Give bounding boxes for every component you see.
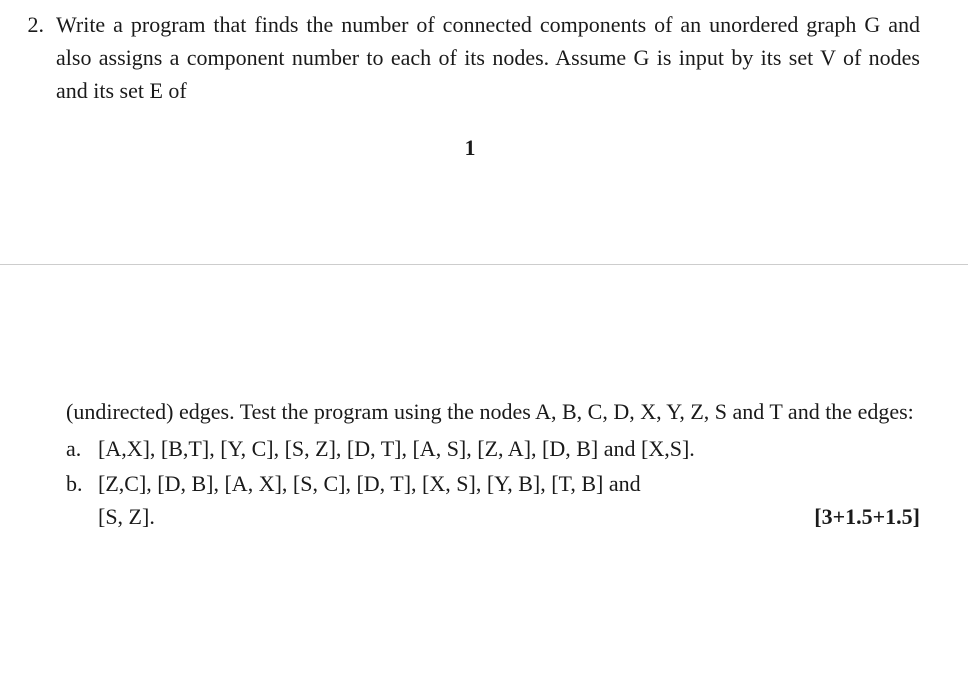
marks: [3+1.5+1.5] — [794, 500, 920, 533]
question-block: 2. Write a program that finds the number… — [20, 8, 920, 107]
subitem-a-content: [A,X], [B,T], [Y, C], [S, Z], [D, T], [A… — [98, 432, 920, 465]
subitem-b: b. [Z,C], [D, B], [A, X], [S, C], [D, T]… — [66, 467, 920, 533]
question-text-part2: (undirected) edges. Test the program usi… — [66, 395, 920, 428]
subitem-b-line2: [S, Z]. — [98, 500, 794, 533]
page-gap — [0, 164, 968, 264]
question-number: 2. — [20, 8, 56, 41]
page-number: 1 — [20, 131, 920, 164]
question-text-part1: Write a program that finds the number of… — [56, 8, 920, 107]
subitem-a: a. [A,X], [B,T], [Y, C], [S, Z], [D, T],… — [66, 432, 920, 465]
subitem-b-label: b. — [66, 467, 98, 500]
subitem-a-label: a. — [66, 432, 98, 465]
subitem-b-content: [Z,C], [D, B], [A, X], [S, C], [D, T], [… — [98, 467, 920, 533]
subitem-b-line1: [Z,C], [D, B], [A, X], [S, C], [D, T], [… — [98, 467, 920, 500]
